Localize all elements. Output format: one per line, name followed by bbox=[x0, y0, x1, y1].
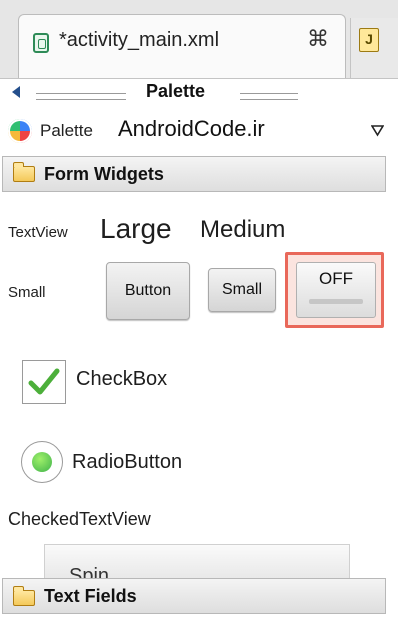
palette-selector[interactable]: Palette AndroidCode.ir bbox=[0, 112, 398, 152]
open-folder-icon bbox=[12, 162, 35, 182]
palette-item-checked-textview[interactable]: CheckedTextView bbox=[8, 509, 151, 530]
palette-item-toggle-button[interactable]: OFF bbox=[296, 262, 376, 318]
java-file-icon: J bbox=[359, 28, 379, 52]
checkmark-icon bbox=[28, 368, 60, 395]
tab-activity-main[interactable]: *activity_main.xml ⌘ bbox=[18, 14, 346, 78]
palette-globe-icon bbox=[8, 119, 32, 143]
checkbox-label: CheckBox bbox=[76, 368, 168, 390]
palette-item-textview[interactable]: TextView bbox=[8, 224, 68, 241]
palette-item-small-button[interactable]: Small bbox=[208, 268, 276, 312]
category-label: Text Fields bbox=[44, 586, 137, 606]
collapse-arrow-icon[interactable] bbox=[12, 86, 20, 98]
palette-item-checkbox[interactable] bbox=[22, 360, 66, 404]
palette-header: Palette bbox=[0, 80, 398, 106]
palette-item-radio-button[interactable] bbox=[21, 441, 63, 483]
close-icon[interactable]: ⌘ bbox=[307, 26, 329, 52]
palette-selector-value[interactable]: AndroidCode.ir bbox=[118, 116, 265, 142]
category-text-fields[interactable]: Text Fields bbox=[2, 578, 386, 614]
tab-java-file[interactable]: J bbox=[350, 18, 398, 78]
closed-folder-icon bbox=[12, 586, 35, 606]
tab-title: *activity_main.xml bbox=[59, 29, 220, 51]
radio-selected-dot bbox=[32, 452, 52, 472]
category-form-widgets[interactable]: Form Widgets bbox=[2, 156, 386, 192]
toggle-indicator bbox=[309, 299, 363, 304]
drag-handle-left[interactable] bbox=[36, 93, 126, 100]
xml-file-icon bbox=[33, 33, 49, 53]
palette-item-medium-text[interactable]: Medium bbox=[200, 216, 285, 244]
palette-item-large-text[interactable]: Large bbox=[100, 213, 172, 245]
editor-tab-bar: *activity_main.xml ⌘ J bbox=[0, 0, 398, 79]
category-label: Form Widgets bbox=[44, 164, 164, 184]
palette-item-button[interactable]: Button bbox=[106, 262, 190, 320]
radio-label: RadioButton bbox=[72, 451, 183, 473]
chevron-down-icon[interactable] bbox=[371, 124, 384, 137]
palette-item-small-text[interactable]: Small bbox=[8, 284, 46, 301]
palette-title: Palette bbox=[146, 81, 206, 101]
drag-handle-right[interactable] bbox=[240, 93, 298, 100]
toggle-label: OFF bbox=[319, 269, 353, 288]
palette-selector-label: Palette bbox=[40, 121, 93, 140]
